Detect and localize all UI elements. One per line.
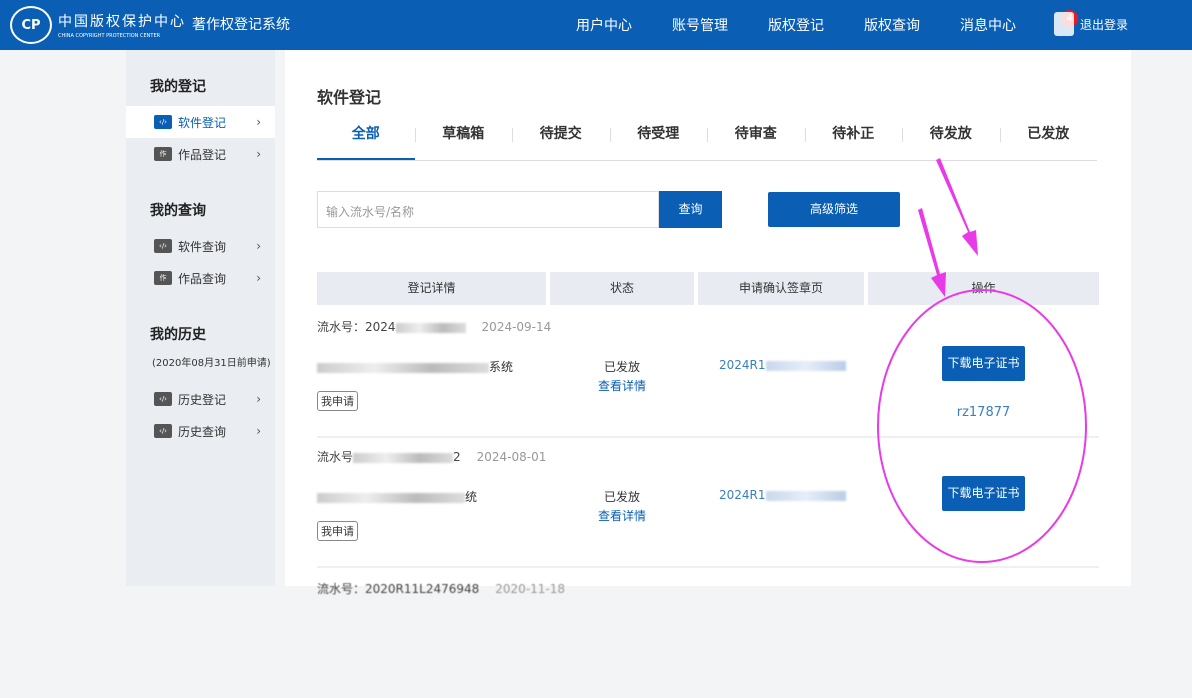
logo[interactable]: CP 中国版权保护中心 CHINA COPYRIGHT PROTECTION C… — [10, 6, 186, 44]
tab-pending-submit[interactable]: 待提交 — [512, 122, 610, 160]
status: 已发放 — [603, 490, 640, 504]
view-details-link[interactable]: 查看详情 — [579, 507, 665, 524]
nav-register[interactable]: 版权登记 — [768, 15, 824, 35]
chevron-right-icon: › — [256, 424, 261, 438]
redacted — [353, 452, 454, 463]
chevron-right-icon: › — [256, 392, 261, 406]
serial-text: 流水号：2020R11L2476948 — [317, 582, 480, 596]
table-row: 流水号：2020R11L2476948 2020-11-18 — [317, 568, 1099, 698]
nav-messages[interactable]: 消息中心4 — [960, 10, 1078, 35]
date: 2020-11-18 — [495, 582, 566, 596]
annotation-text: rz17877 — [956, 405, 1011, 420]
applicant-tag: 我申请 — [317, 391, 358, 411]
code-icon: ‹/› — [154, 115, 172, 129]
sidebar-heading: 我的查询 — [150, 203, 206, 219]
code-icon: ‹/› — [154, 392, 172, 406]
download-certificate-button[interactable]: 下载电子证书 — [942, 476, 1025, 511]
chevron-right-icon: › — [256, 147, 261, 161]
avatar[interactable] — [1054, 12, 1074, 36]
chevron-right-icon: › — [256, 239, 261, 253]
sidebar-item-software-query[interactable]: ‹/› 软件查询 › — [126, 230, 275, 262]
name-text: 统 — [465, 490, 478, 504]
pdf-text: 2024R1 — [719, 488, 766, 502]
column-header: 申请确认签章页 — [698, 272, 864, 305]
serial-number: 流水号：2020R11L2476948 2020-11-18 — [317, 580, 565, 597]
search-button[interactable]: 查询 — [659, 191, 722, 228]
redacted — [395, 322, 466, 333]
pdf-text: 2024R1 — [719, 358, 766, 372]
date: 2024-09-14 — [481, 320, 552, 334]
view-details-link[interactable]: 查看详情 — [579, 377, 665, 394]
redacted — [765, 360, 846, 371]
history-note: (2020年08月31日前申请) — [152, 358, 271, 369]
tab-all[interactable]: 全部 — [317, 122, 415, 160]
serial-text: 流水号 — [317, 450, 354, 464]
nav-user-center[interactable]: 用户中心 — [576, 15, 632, 35]
sidebar-item-history-query[interactable]: ‹/› 历史查询 › — [126, 415, 275, 447]
sidebar-item-label: 软件登记 — [178, 115, 227, 130]
work-icon: 作 — [154, 147, 172, 161]
sidebar-item-software-register[interactable]: ‹/› 软件登记 › — [126, 106, 275, 138]
name-text: 系统 — [489, 360, 514, 374]
serial-text: 2 — [453, 450, 461, 464]
column-header: 操作 — [868, 272, 1099, 305]
top-bar: CP 中国版权保护中心 CHINA COPYRIGHT PROTECTION C… — [0, 0, 1192, 50]
advanced-filter-button[interactable]: 高级筛选 — [768, 192, 900, 227]
column-header: 状态 — [550, 272, 694, 305]
main-panel: 软件登记 全部 草稿箱 待提交 待受理 待审查 待补正 待发放 已发放 输入流水… — [285, 50, 1131, 596]
logo-mark: CP — [10, 6, 52, 44]
date: 2024-08-01 — [476, 450, 547, 464]
chevron-right-icon: › — [256, 115, 261, 129]
table-row: 流水号 2 2024-08-01 统 我申请 已发放 查看详情 2024R1 下载电… — [317, 438, 1099, 568]
status: 已发放 — [603, 360, 640, 374]
sidebar-item-label: 历史登记 — [178, 392, 227, 407]
sidebar-item-label: 历史查询 — [178, 424, 227, 439]
applicant-tag: 我申请 — [317, 521, 358, 541]
sidebar: 我的登记 ‹/› 软件登记 › 作作品登记 › 我的查询 ‹/› 软件查询 › 作作品查询… — [126, 50, 275, 586]
tab-pending-issue[interactable]: 待发放 — [902, 122, 1000, 160]
download-certificate-button[interactable]: 下载电子证书 — [942, 346, 1025, 381]
nav-query[interactable]: 版权查询 — [864, 15, 920, 35]
work-icon: 作 — [154, 271, 172, 285]
logout-link[interactable]: 退出登录 — [1080, 16, 1128, 33]
tab-pending-correction[interactable]: 待补正 — [804, 122, 903, 160]
serial-number: 流水号：2024 2024-09-14 — [317, 318, 551, 335]
column-header: 登记详情 — [317, 272, 546, 305]
logo-subtext: CHINA COPYRIGHT PROTECTION CENTER — [58, 33, 161, 39]
sidebar-heading: 我的历史 — [150, 327, 206, 343]
tab-pending-accept[interactable]: 待受理 — [609, 122, 708, 160]
sidebar-item-label: 软件查询 — [178, 239, 227, 254]
sidebar-item-label: 作品登记 — [178, 147, 227, 162]
code-icon: ‹/› — [154, 424, 172, 438]
logo-text: 中国版权保护中心 — [58, 14, 186, 30]
software-name: 系统 — [317, 358, 513, 375]
confirmation-pdf-link[interactable]: 2024R1 — [719, 358, 846, 372]
serial-text: 流水号：2024 — [317, 320, 396, 334]
serial-number: 流水号 2 2024-08-01 — [317, 448, 546, 465]
confirmation-pdf-link[interactable]: 2024R1 — [719, 488, 846, 502]
sidebar-item-label: 作品查询 — [178, 271, 227, 286]
page-title: 软件登记 — [317, 88, 382, 107]
redacted — [317, 362, 489, 373]
tab-issued[interactable]: 已发放 — [999, 122, 1098, 160]
redacted — [317, 492, 465, 503]
tab-drafts[interactable]: 草稿箱 — [414, 122, 513, 160]
redacted — [765, 490, 846, 501]
sidebar-item-work-query[interactable]: 作作品查询 › — [126, 262, 275, 294]
sidebar-item-history-register[interactable]: ‹/› 历史登记 › — [126, 383, 275, 415]
nav-messages-label: 消息中心 — [960, 18, 1016, 34]
nav-account[interactable]: 账号管理 — [672, 15, 728, 35]
status-tabs: 全部 草稿箱 待提交 待受理 待审查 待补正 待发放 已发放 — [317, 122, 1097, 161]
software-name: 统 — [317, 488, 477, 505]
table-row: 流水号：2024 2024-09-14 系统 我申请 已发放 查看详情 2024R… — [317, 308, 1099, 438]
sidebar-heading: 我的登记 — [150, 79, 206, 95]
sidebar-item-work-register[interactable]: 作作品登记 › — [126, 138, 275, 170]
search-input[interactable]: 输入流水号/名称 — [317, 191, 659, 228]
chevron-right-icon: › — [256, 271, 261, 285]
system-title: 著作权登记系统 — [192, 17, 290, 33]
tab-pending-review[interactable]: 待审查 — [707, 122, 805, 160]
code-icon: ‹/› — [154, 239, 172, 253]
